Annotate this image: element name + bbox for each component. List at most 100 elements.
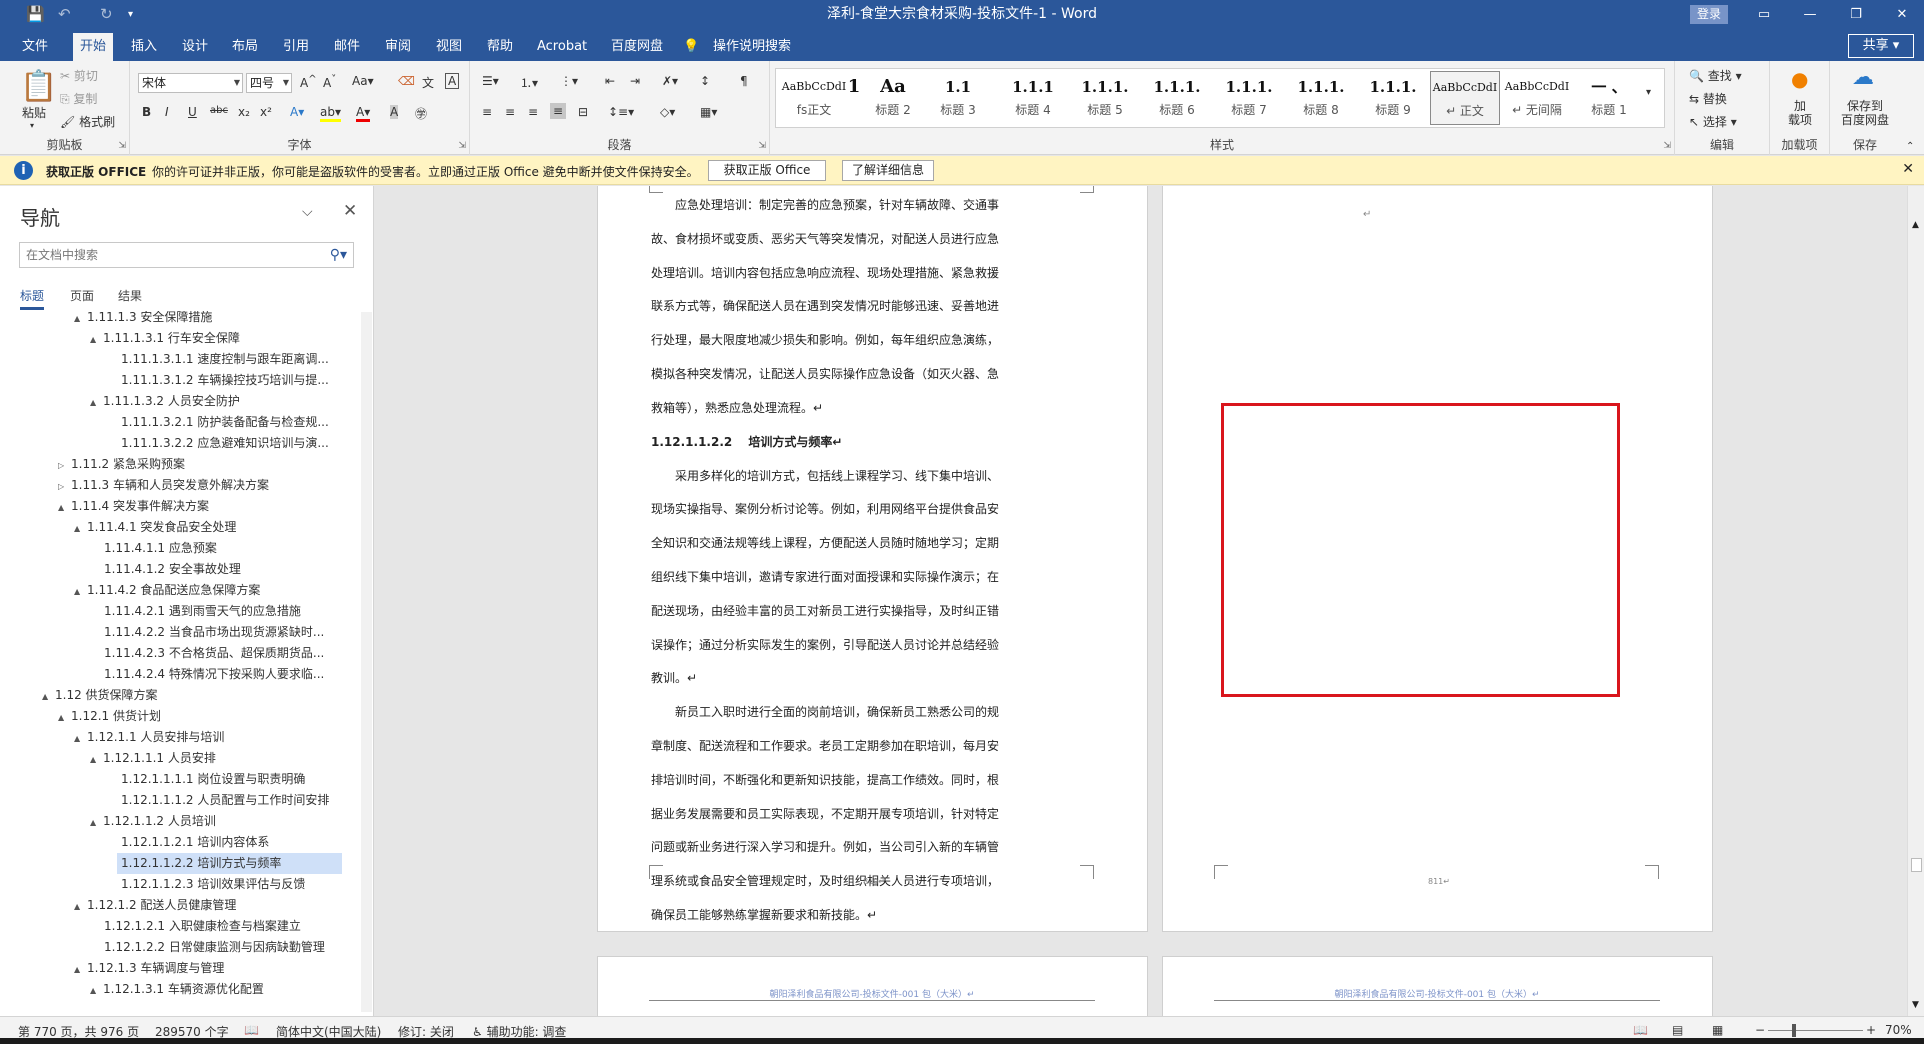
paragraph[interactable]: 应急处理培训：制定完善的应急预案，针对车辆故障、交通事故、食材损坏或变质、恶劣天… (651, 189, 1008, 426)
login-button[interactable]: 登录 (1690, 5, 1728, 24)
bold-button[interactable]: B (142, 105, 151, 119)
style-item[interactable]: 1.1.1. 标题 7 (1214, 71, 1284, 125)
tab-baidu[interactable]: 百度网盘 (604, 33, 670, 61)
char-border-icon[interactable]: A (445, 73, 460, 89)
increase-indent-icon[interactable]: ⇥ (630, 74, 640, 88)
ribbon-display-icon[interactable]: ▭ (1749, 3, 1779, 27)
nav-search-input[interactable]: 在文档中搜索 ⚲▾ (19, 242, 354, 268)
print-layout-icon[interactable]: ▤ (1672, 1023, 1683, 1037)
nav-heading-item[interactable]: 1.11.1.3.1.1 速度控制与跟车距离调... (121, 349, 329, 370)
font-name-combo[interactable]: 宋体 ▼ (138, 73, 243, 93)
italic-button[interactable]: I (165, 105, 169, 119)
addins-button[interactable]: 加 载项 (1784, 99, 1816, 127)
superscript-button[interactable]: x² (260, 105, 272, 119)
collapse-triangle-icon[interactable]: ▲ (74, 311, 87, 328)
zoom-slider[interactable] (1768, 1030, 1863, 1031)
strikethrough-button[interactable]: abc (210, 105, 228, 116)
distributed-icon[interactable]: ⊟ (578, 105, 588, 119)
nav-heading-item[interactable]: 1.11.1.3.1.2 车辆操控技巧培训与提... (121, 370, 329, 391)
nav-tab-results[interactable]: 结果 (118, 287, 142, 304)
dialog-launcher-icon[interactable]: ⇲ (1663, 141, 1671, 151)
nav-heading-item[interactable]: 1.11.4.2.4 特殊情况下按采购人要求临... (104, 664, 324, 685)
zoom-slider-thumb[interactable] (1792, 1024, 1796, 1037)
collapse-triangle-icon[interactable]: ▲ (90, 980, 103, 1000)
nav-heading-item[interactable]: ▲ 1.11.1.3 安全保障措施 (74, 311, 212, 328)
nav-heading-item[interactable]: ▲ 1.12.1.1.2 人员培训 (90, 811, 216, 832)
grow-font-icon[interactable]: A^ (300, 74, 317, 90)
nav-heading-item[interactable]: 1.11.4.2.2 当食品市场出现货源紧缺时... (104, 622, 324, 643)
paste-button[interactable]: 粘贴 (22, 104, 46, 121)
scroll-up-icon[interactable]: ▲ (1912, 220, 1919, 230)
collapse-triangle-icon[interactable]: ▲ (74, 959, 87, 979)
nav-heading-item[interactable]: ▲ 1.12.1.1 人员安排与培训 (74, 727, 224, 748)
page-810[interactable]: 应急处理培训：制定完善的应急预案，针对车辆故障、交通事故、食材损坏或变质、恶劣天… (597, 186, 1148, 932)
nav-heading-item[interactable]: 1.12.1.1.2.3 培训效果评估与反馈 (121, 874, 305, 895)
paste-dropdown-icon[interactable]: ▾ (30, 121, 34, 130)
nav-heading-item[interactable]: ▲ 1.12.1.2 配送人员健康管理 (74, 895, 236, 916)
justify-icon[interactable]: ≡ (550, 103, 567, 119)
addins-icon[interactable]: ● (1791, 67, 1808, 91)
copy-button[interactable]: ⎘ 复制 (60, 90, 97, 107)
select-button[interactable]: ↖ 选择 ▾ (1689, 113, 1737, 130)
text-effects-icon[interactable]: A▾ (290, 105, 304, 119)
numbering-icon[interactable]: ⒈▾ (520, 74, 538, 91)
collapse-triangle-icon[interactable]: ▲ (74, 518, 87, 538)
style-item[interactable]: 一 、标题 1 (1574, 71, 1644, 125)
cut-button[interactable]: ✂ 剪切 (60, 67, 98, 84)
learn-more-button[interactable]: 了解详细信息 (842, 160, 934, 181)
nav-heading-item[interactable]: 1.12.1.2.1 入职健康检查与档案建立 (104, 916, 301, 937)
tab-insert[interactable]: 插入 (124, 33, 164, 61)
zoom-level[interactable]: 70% (1885, 1023, 1912, 1037)
nav-heading-item[interactable]: ▲ 1.12.1 供货计划 (58, 706, 161, 727)
read-mode-icon[interactable]: 📖 (1633, 1023, 1648, 1037)
nav-heading-item[interactable]: ▷ 1.11.2 紧急采购预案 (58, 454, 185, 475)
collapse-triangle-icon[interactable]: ▲ (58, 707, 71, 727)
collapse-ribbon-icon[interactable]: ⌃ (1906, 141, 1914, 152)
style-item[interactable]: 1.1 标题 3 (928, 71, 988, 125)
collapse-triangle-icon[interactable]: ▲ (90, 329, 103, 349)
dialog-launcher-icon[interactable]: ⇲ (758, 141, 766, 151)
style-item[interactable]: 1.1.1. 标题 5 (1070, 71, 1140, 125)
font-size-combo[interactable]: 四号 ▼ (246, 73, 292, 93)
style-item[interactable]: 1.1.1. 标题 6 (1142, 71, 1212, 125)
format-painter-button[interactable]: 🖌 格式刷 (60, 113, 115, 130)
zoom-in-icon[interactable]: + (1866, 1023, 1876, 1037)
nav-heading-item[interactable]: 1.12.1.1.2.1 培训内容体系 (121, 832, 269, 853)
nav-heading-item[interactable]: 1.12.1.1.1.1 岗位设置与职责明确 (121, 769, 305, 790)
expand-triangle-icon[interactable]: ▷ (58, 476, 71, 496)
subscript-button[interactable]: x₂ (238, 105, 250, 119)
nav-heading-item[interactable]: 1.11.4.1.1 应急预案 (104, 538, 217, 559)
nav-heading-item[interactable]: ▲ 1.11.4 突发事件解决方案 (58, 496, 209, 517)
minimize-icon[interactable]: — (1795, 3, 1825, 27)
show-marks-icon[interactable]: ¶ (740, 74, 748, 88)
tab-view[interactable]: 视图 (429, 33, 469, 61)
shrink-font-icon[interactable]: A˅ (323, 74, 336, 90)
multilevel-list-icon[interactable]: ⋮▾ (560, 74, 578, 88)
dialog-launcher-icon[interactable]: ⇲ (118, 141, 126, 151)
tab-layout[interactable]: 布局 (225, 33, 265, 61)
decrease-indent-icon[interactable]: ⇤ (605, 74, 615, 88)
nav-heading-item[interactable]: ▲ 1.11.1.3.2 人员安全防护 (90, 391, 240, 412)
proofing-icon[interactable]: 📖 (244, 1023, 259, 1037)
page-811[interactable]: ↵ 811↵ (1162, 186, 1713, 932)
tab-home[interactable]: 开始 (73, 33, 114, 61)
nav-heading-item[interactable]: ▷ 1.11.3 车辆和人员突发意外解决方案 (58, 475, 269, 496)
nav-heading-item[interactable]: ▲ 1.11.4.1 突发食品安全处理 (74, 517, 236, 538)
search-icon[interactable]: ⚲▾ (330, 243, 347, 267)
style-item[interactable]: 1.1.1. 标题 9 (1358, 71, 1428, 125)
phonetic-guide-icon[interactable]: 文 (422, 74, 434, 91)
vertical-scrollbar[interactable]: ▲ ▼ (1907, 186, 1924, 1016)
chinese-layout-icon[interactable]: ✗▾ (662, 74, 678, 88)
align-right-icon[interactable]: ≡ (528, 105, 538, 119)
nav-heading-item[interactable]: 1.11.4.2.1 遇到雨雪天气的应急措施 (104, 601, 301, 622)
style-item[interactable]: 1.1.1 标题 4 (998, 71, 1068, 125)
collapse-triangle-icon[interactable]: ▲ (90, 392, 103, 412)
expand-triangle-icon[interactable]: ▷ (58, 455, 71, 475)
tab-acrobat[interactable]: Acrobat (530, 33, 594, 61)
underline-button[interactable]: U (188, 105, 197, 119)
char-shading-icon[interactable]: A (390, 105, 399, 119)
nav-heading-item[interactable]: 1.11.1.3.2.1 防护装备配备与检查规... (121, 412, 329, 433)
sort-icon[interactable]: ↕ (700, 74, 710, 88)
page-813[interactable]: 朝阳泽利食品有限公司-投标文件-001 包（大米）↵ (1162, 956, 1713, 1016)
gallery-more-icon[interactable]: ▾ (1646, 87, 1651, 98)
